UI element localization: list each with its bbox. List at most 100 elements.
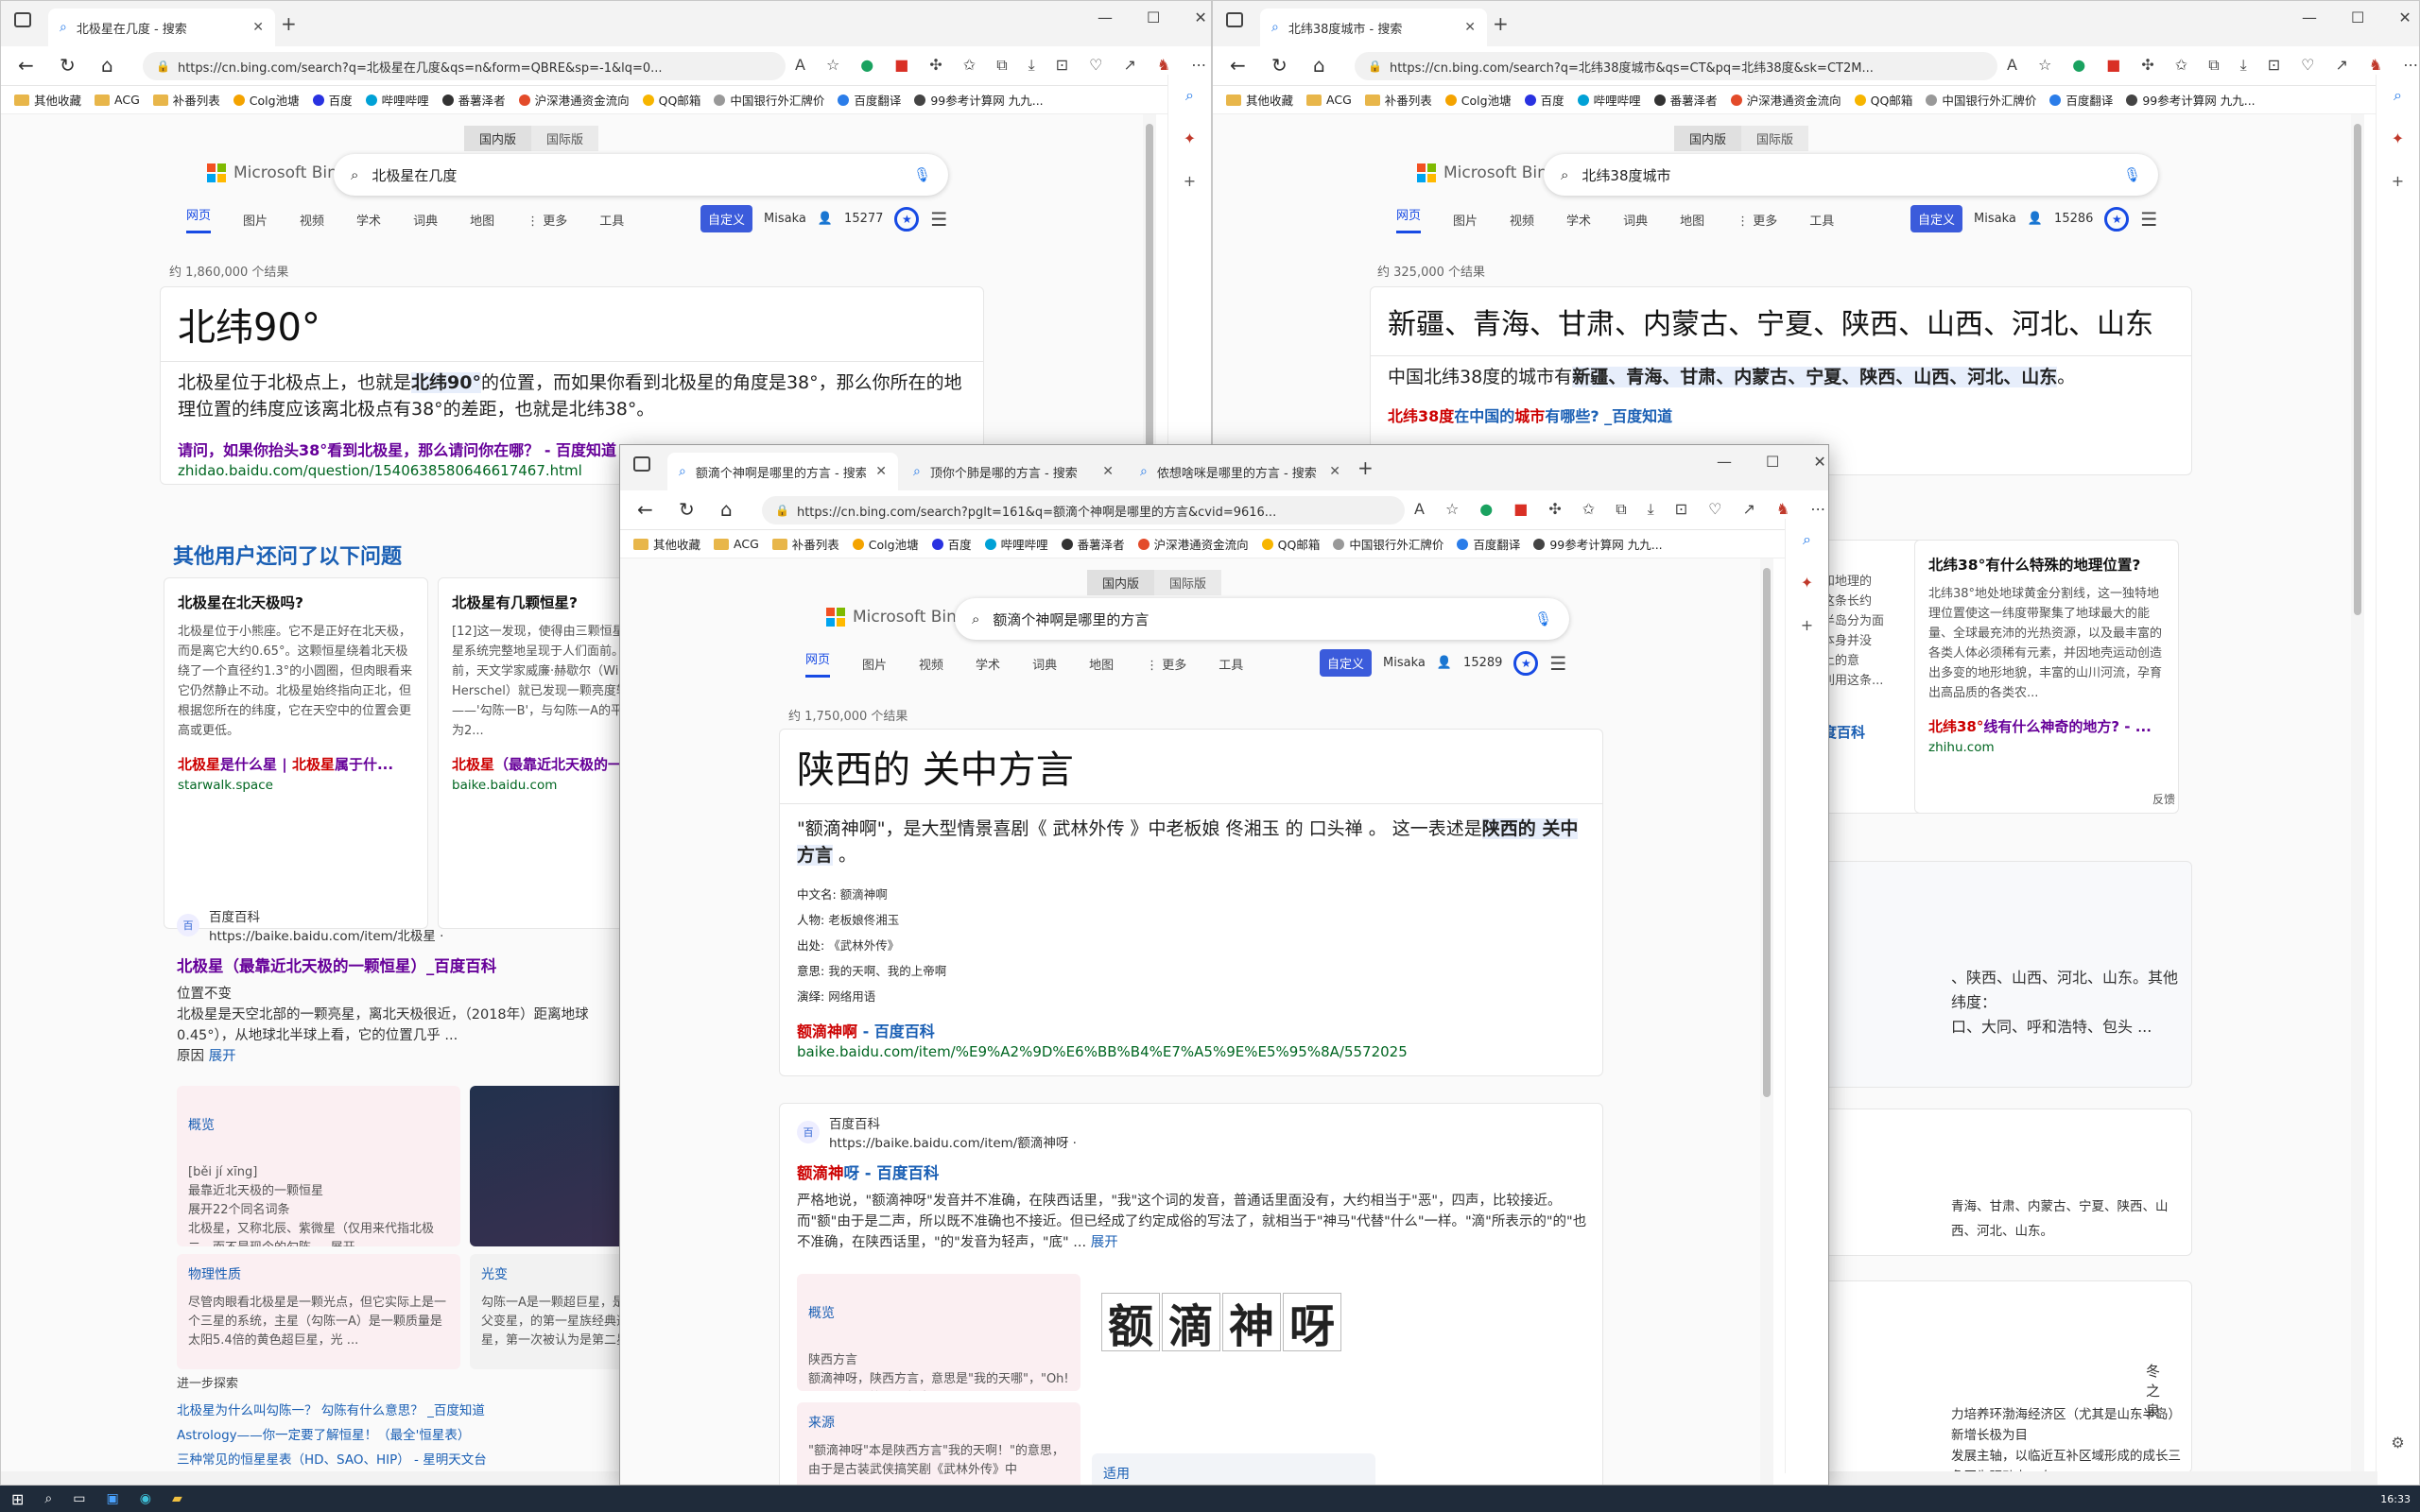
search-box[interactable]: ⌕ 北极星在几度 🎙 (334, 154, 948, 196)
bookmark-item[interactable]: 补番列表 (1364, 91, 1432, 109)
tab-actions-icon[interactable] (1226, 12, 1243, 27)
address-bar[interactable]: 🔒 https://cn.bing.com/search?q=北纬38度城市&q… (1355, 52, 1997, 80)
bookmark-item[interactable]: 中国银行外汇牌价 (714, 91, 824, 109)
search-icon[interactable]: ⌕ (1185, 86, 1194, 105)
tab-actions-icon[interactable] (633, 456, 650, 472)
extensions-puzzle-icon[interactable]: ✣ (929, 56, 942, 75)
extension-red-icon[interactable]: ■ (2106, 56, 2120, 75)
download-icon[interactable]: ⤓ (2240, 56, 2247, 75)
bookmark-item[interactable]: 补番列表 (152, 91, 220, 109)
maximize-icon[interactable]: ☐ (2351, 9, 2364, 26)
close-tab-icon[interactable]: ✕ (252, 20, 264, 35)
box-title[interactable]: 概览 (808, 1304, 1069, 1323)
bookmark-item[interactable]: 哔哩哔哩 (984, 535, 1048, 553)
search-icon[interactable]: ⌕ (1803, 530, 1811, 549)
tab-actions-icon[interactable] (14, 12, 31, 27)
nav-dictionary[interactable]: 词典 (1032, 655, 1057, 673)
calligraphy-image[interactable]: 额 滴 神 呀 (1101, 1293, 1341, 1353)
maximize-icon[interactable]: ☐ (1147, 9, 1160, 26)
user-name[interactable]: Misaka (764, 212, 806, 226)
close-tab-icon[interactable]: ✕ (1464, 20, 1476, 35)
user-icon[interactable]: 👤 (818, 212, 833, 226)
tools-icon[interactable]: ✦ (1801, 574, 1813, 592)
collections-icon[interactable]: ⧉ (996, 56, 1007, 75)
nav-dictionary[interactable]: 词典 (413, 211, 438, 229)
nav-videos[interactable]: 视频 (300, 211, 324, 229)
rewards-points[interactable]: 15277 (844, 212, 883, 226)
close-tab-icon[interactable]: ✕ (875, 464, 887, 479)
nav-web[interactable]: 网页 (1396, 205, 1422, 233)
nav-videos[interactable]: 视频 (919, 655, 943, 673)
tools-icon[interactable]: ✦ (1184, 129, 1196, 147)
user-name[interactable]: Misaka (1383, 656, 1426, 670)
bing-logo[interactable]: Microsoft Bing (826, 608, 967, 627)
bookmark-item[interactable]: QQ邮箱 (1261, 535, 1320, 553)
user-name[interactable]: Misaka (1974, 212, 2016, 226)
back-icon[interactable]: ← (18, 54, 34, 77)
bookmark-item[interactable]: 番薯泽者 (1653, 91, 1718, 109)
feedback-link[interactable]: 反馈 (2152, 791, 2175, 807)
microphone-icon[interactable]: 🎙 (1534, 610, 1552, 627)
nav-maps[interactable]: 地图 (1089, 655, 1114, 673)
minimize-icon[interactable]: — (1717, 453, 1732, 471)
home-icon[interactable]: ⌂ (720, 498, 733, 521)
bookmark-item[interactable]: 百度翻译 (838, 91, 901, 109)
bookmark-folder[interactable]: ACG (714, 537, 759, 551)
minimize-icon[interactable]: — (1098, 9, 1113, 26)
share-icon[interactable]: ↗ (2335, 56, 2347, 75)
bookmark-item[interactable]: 哔哩哔哩 (1577, 91, 1641, 109)
close-tab-icon[interactable]: ✕ (1329, 464, 1340, 479)
maximize-icon[interactable]: ☐ (1766, 453, 1779, 471)
extensions-puzzle-icon[interactable]: ✣ (2141, 56, 2153, 75)
tab-active[interactable]: ⌕ 北极星在几度 - 搜索 ✕ (48, 9, 275, 46)
bookmark-item[interactable]: 99参考计算网 九九... (1533, 535, 1663, 553)
favorites-icon[interactable]: ✩ (1582, 500, 1595, 519)
new-tab-button[interactable]: + (1357, 456, 1374, 479)
bookmark-item[interactable]: 沪深港通资金流向 (518, 91, 630, 109)
expand-link[interactable]: 展开 (209, 1049, 236, 1064)
result-title[interactable]: 额滴神呀 - 百度百科 (797, 1160, 1587, 1183)
domestic-tab[interactable]: 国内版 (1674, 126, 1742, 151)
home-icon[interactable]: ⌂ (1313, 54, 1325, 77)
download-icon[interactable]: ⤓ (1648, 500, 1654, 519)
tab-active[interactable]: ⌕ 北纬38度城市 - 搜索 ✕ (1260, 9, 1487, 46)
question-link[interactable]: 北纬38°线有什么神奇的地方? - ... (1928, 716, 2165, 736)
extension-green-icon[interactable]: ● (860, 56, 873, 75)
add-icon[interactable]: + (2392, 172, 2404, 190)
read-aloud-icon[interactable]: A (2007, 56, 2017, 75)
microphone-icon[interactable]: 🎙 (913, 166, 931, 183)
bookmark-item[interactable]: QQ邮箱 (642, 91, 700, 109)
bookmark-item[interactable]: 哔哩哔哩 (365, 91, 429, 109)
box-title[interactable]: 来源 (808, 1414, 1069, 1433)
further-link[interactable]: 三种常见的恒星星表（HD、SAO、HIP） - 星明天文台 (177, 1448, 631, 1472)
bookmark-folder[interactable]: ACG (95, 93, 140, 107)
bookmark-folder[interactable]: 其他收藏 (14, 91, 81, 109)
screenshot-icon[interactable]: ⊡ (1675, 500, 1687, 519)
performance-icon[interactable]: ♡ (1708, 500, 1721, 519)
bookmark-folder[interactable]: ACG (1306, 93, 1352, 107)
source-url[interactable]: https://baike.baidu.com/item/北极星 · (209, 925, 443, 944)
edge-icon[interactable]: ◉ (140, 1491, 151, 1506)
vertical-scrollbar[interactable] (2351, 114, 2364, 1473)
bookmark-item[interactable]: 百度翻译 (1457, 535, 1520, 553)
home-icon[interactable]: ⌂ (101, 54, 113, 77)
further-link[interactable]: 北极星为什么叫勾陈一？ 勾陈有什么意思？ _百度知道 (177, 1399, 631, 1423)
bookmark-item[interactable]: 百度 (312, 91, 353, 109)
close-window-icon[interactable]: ✕ (2398, 9, 2411, 26)
task-view-icon[interactable]: ▭ (73, 1491, 85, 1506)
user-icon[interactable]: 👤 (1437, 656, 1452, 670)
bookmark-folder[interactable]: 其他收藏 (1226, 91, 1293, 109)
performance-icon[interactable]: ♡ (2301, 56, 2314, 75)
collections-icon[interactable]: ⧉ (1616, 500, 1626, 519)
menu-icon[interactable]: ☰ (1549, 652, 1566, 675)
result-title[interactable]: 北极星（最靠近北天极的一颗恒星）_百度百科 (177, 954, 631, 976)
nav-web[interactable]: 网页 (186, 205, 212, 233)
nav-academic[interactable]: 学术 (356, 211, 381, 229)
bookmark-item[interactable]: 百度 (931, 535, 972, 553)
user-icon[interactable]: 👤 (2028, 212, 2043, 226)
bookmark-item[interactable]: 99参考计算网 九九... (914, 91, 1044, 109)
tab-inactive[interactable]: ⌕ 侬想啥咪是哪里的方言 - 搜索 ✕ (1129, 453, 1352, 490)
bookmark-item[interactable]: 中国银行外汇牌价 (1926, 91, 2036, 109)
close-window-icon[interactable]: ✕ (1813, 453, 1825, 471)
box-title[interactable]: 物理性质 (188, 1265, 449, 1284)
